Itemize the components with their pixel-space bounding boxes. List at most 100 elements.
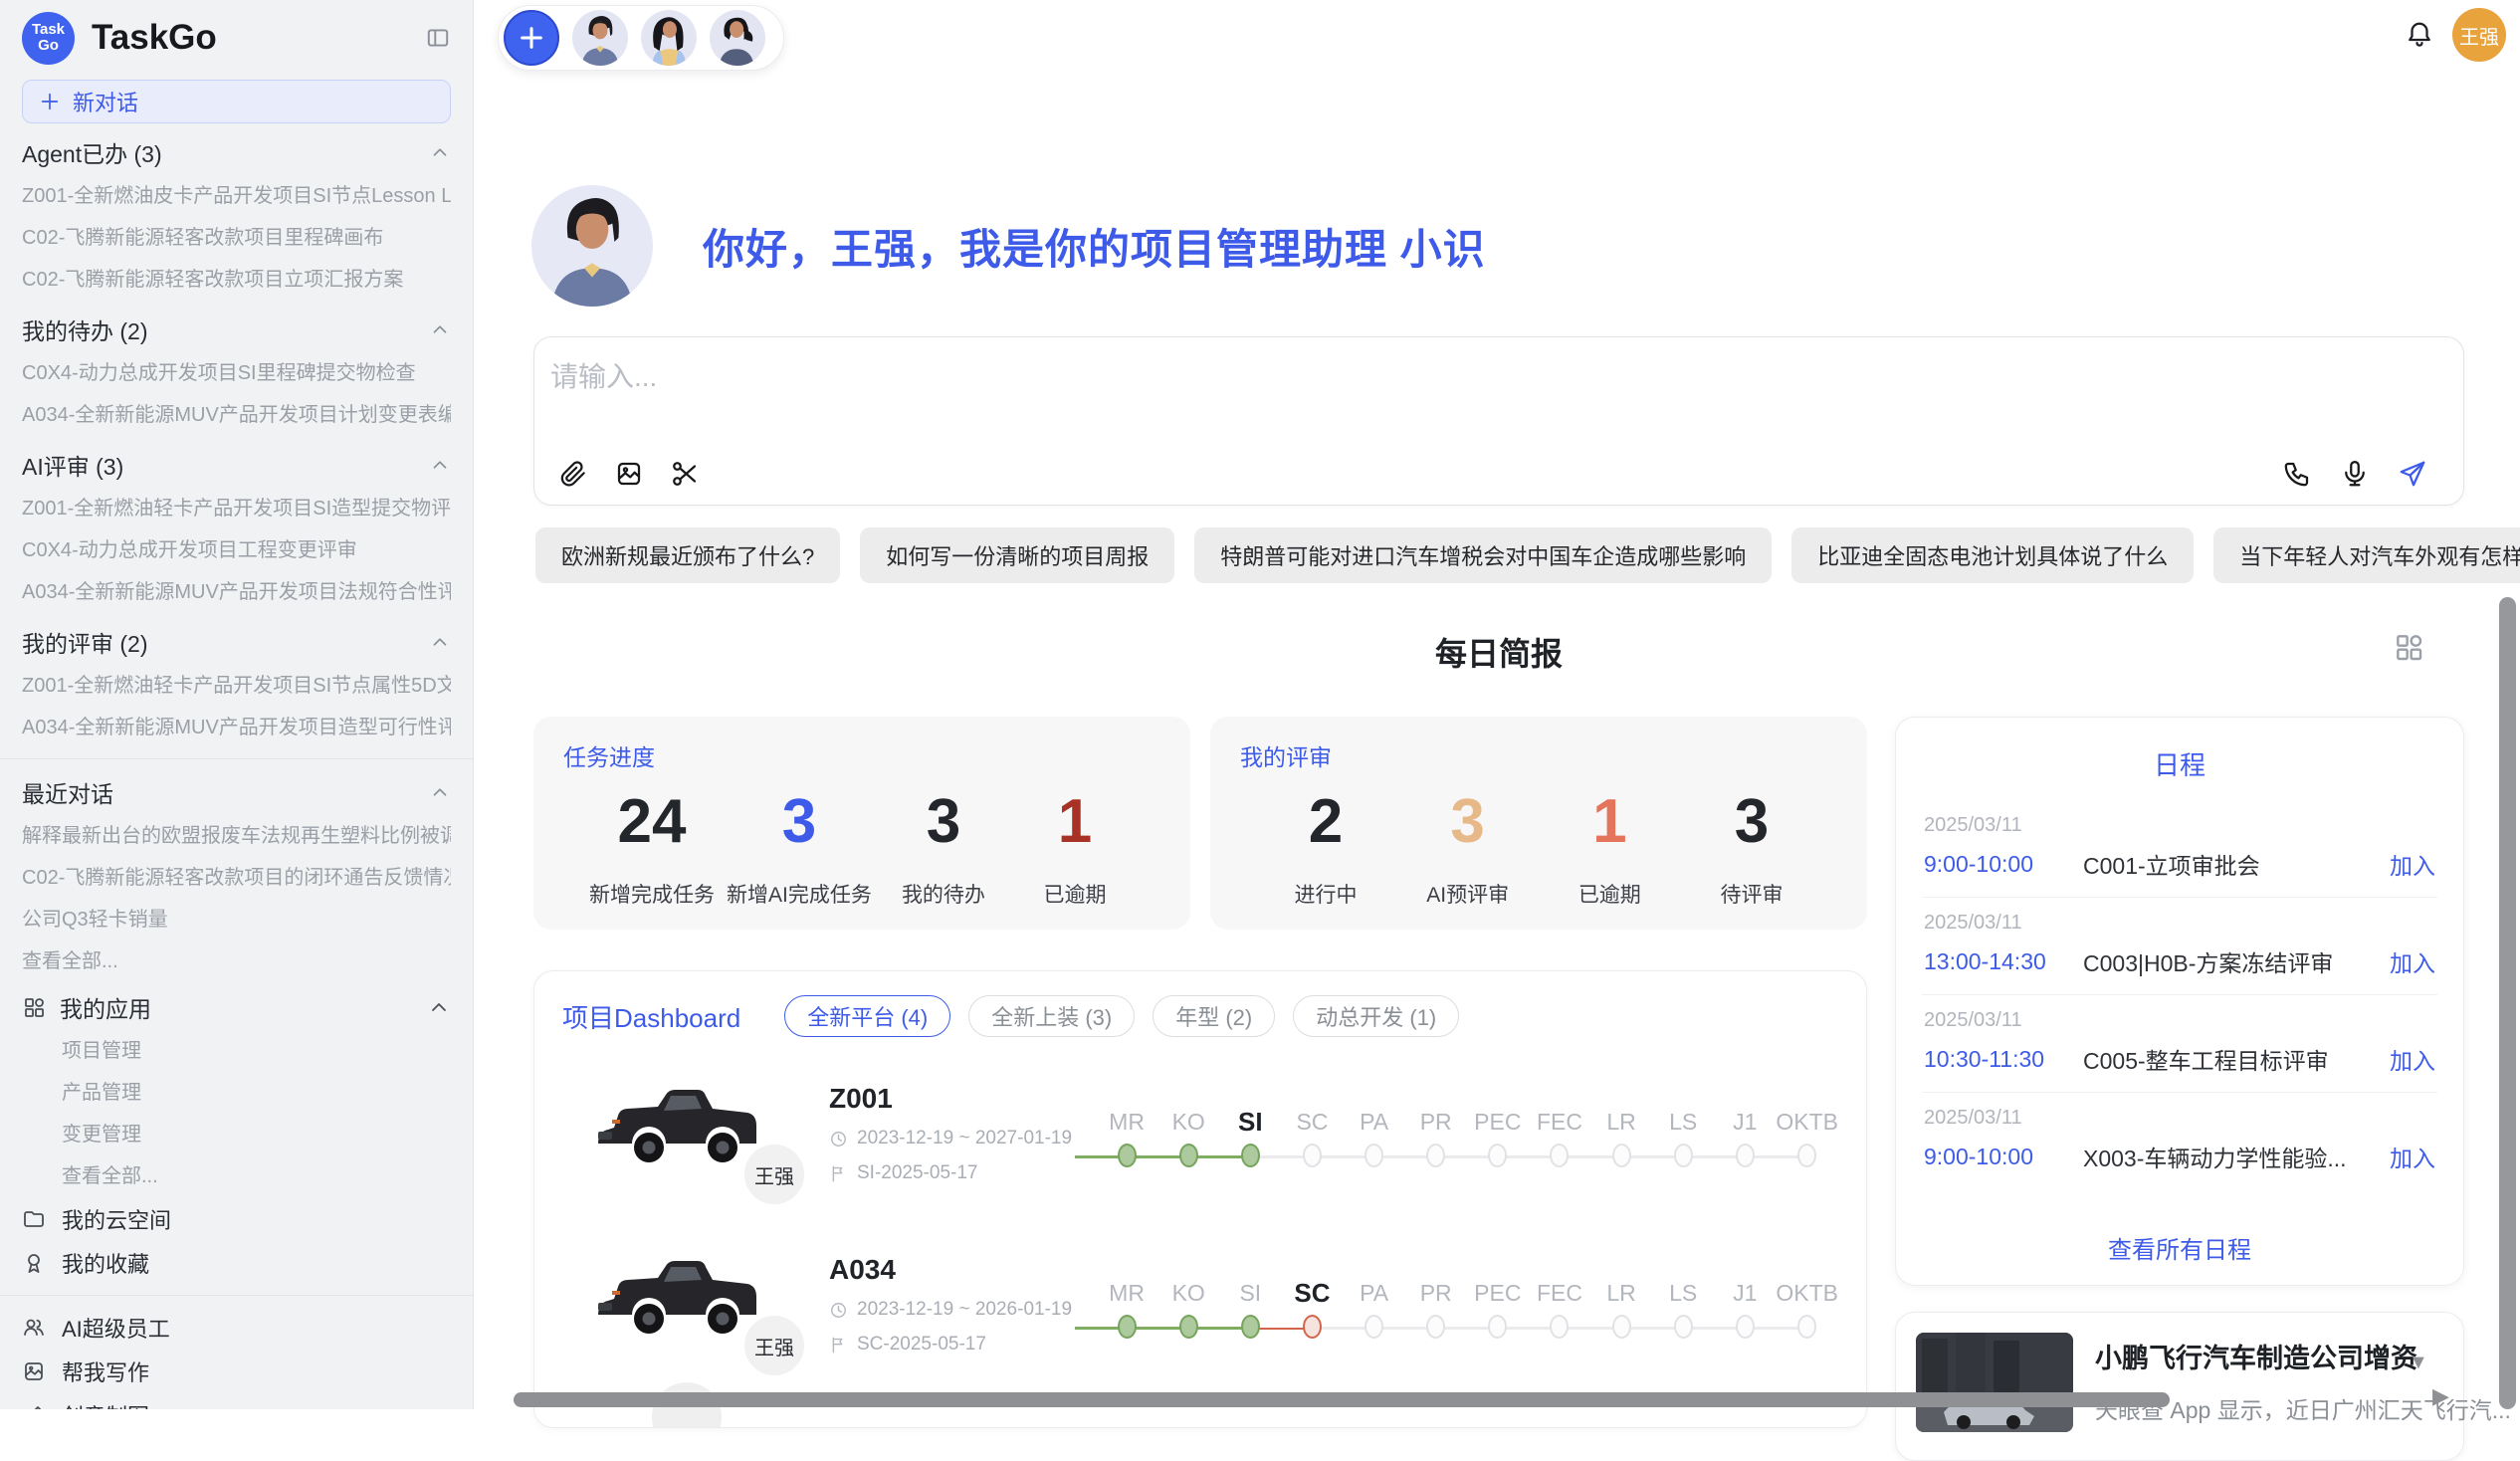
scroll-right-arrow[interactable]: ▶	[2432, 1383, 2449, 1409]
my-apps-header[interactable]: 我的应用	[22, 984, 451, 1030]
horizontal-scrollbar[interactable]	[514, 1392, 2170, 1407]
dashboard-tab[interactable]: 全新平台 (4)	[784, 995, 950, 1037]
suggestion-chip[interactable]: 当下年轻人对汽车外观有怎样的喜好趋势	[2213, 527, 2520, 583]
sidebar-item[interactable]: C02-飞腾新能源轻客改款项目里程碑画布	[22, 217, 451, 259]
scroll-down-arrow[interactable]: ▼	[2409, 1352, 2428, 1374]
recent-view-all[interactable]: 查看全部...	[22, 940, 451, 982]
schedule-events: 2025/03/11 9:00-10:00 C001-立项审批会 加入 2025…	[1922, 800, 2437, 1189]
sidebar: Task Go TaskGo 新对话 Agent已办 (3) Z001-全新燃油…	[0, 0, 474, 1409]
app-title: TaskGo	[92, 18, 217, 58]
agent-avatar-2[interactable]	[641, 10, 697, 66]
event-join-link[interactable]: 加入	[2390, 1042, 2435, 1076]
milestone: SC	[1281, 1104, 1343, 1171]
new-chat-button[interactable]: 新对话	[22, 80, 451, 123]
milestone: PA	[1344, 1104, 1405, 1171]
milestone-label: J1	[1714, 1104, 1776, 1140]
sidebar-item[interactable]: A034-全新新能源MUV产品开发项目计划变更表编写	[22, 394, 451, 436]
sidebar-item[interactable]: A034-全新新能源MUV产品开发项目造型可行性评审	[22, 707, 451, 748]
stat-value: 24	[589, 786, 715, 857]
news-image	[1916, 1333, 2073, 1432]
suggestion-chip[interactable]: 比亚迪全固态电池计划具体说了什么	[1791, 527, 2194, 583]
milestone-dot	[1797, 1144, 1816, 1167]
view-all-schedule-link[interactable]: 查看所有日程	[1896, 1230, 2463, 1265]
dashboard-tab[interactable]: 动总开发 (1)	[1293, 995, 1459, 1037]
suggestion-chip[interactable]: 如何写一份清晰的项目周报	[860, 527, 1174, 583]
dashboard-tab[interactable]: 全新上装 (3)	[968, 995, 1135, 1037]
sidebar-item[interactable]: C02-飞腾新能源轻客改款项目的闭环通告反馈情况	[22, 857, 451, 899]
suggestion-chip[interactable]: 特朗普可能对进口汽车增税会对中国车企造成哪些影响	[1194, 527, 1772, 583]
event-join-link[interactable]: 加入	[2390, 944, 2435, 978]
briefing-layout-icon[interactable]	[2393, 631, 2424, 663]
dashboard-tabs: 全新平台 (4) 全新上装 (3) 年型 (2) 动总开发 (1)	[784, 995, 1459, 1037]
sidebar-section-title: AI评审 (3)	[22, 448, 123, 482]
stat-label: 我的待办	[884, 879, 1003, 909]
stat-value: 3	[727, 786, 872, 857]
milestone: PEC	[1467, 1104, 1529, 1171]
event-name: C001-立项审批会	[2083, 847, 2380, 881]
sidebar-section-header[interactable]: AI评审 (3)	[22, 442, 451, 488]
recent-chats-header[interactable]: 最近对话	[22, 769, 451, 815]
agent-avatar-group	[498, 5, 784, 71]
milestone-label: KO	[1157, 1275, 1219, 1311]
sidebar-link[interactable]: 帮我写作	[22, 1350, 451, 1393]
new-chat-label: 新对话	[73, 86, 138, 117]
attachment-icon[interactable]	[558, 459, 588, 489]
dashboard-tab[interactable]: 年型 (2)	[1153, 995, 1275, 1037]
greeting-text: 你好，王强，我是你的项目管理助理 小识	[703, 216, 1486, 277]
project-row[interactable]: 王强 A034 2023-12-19 ~ 2026-01-19 SC-2025-…	[562, 1230, 1838, 1379]
sidebar-link[interactable]: 我的云空间	[22, 1197, 451, 1241]
sidebar-link[interactable]: 我的收藏	[22, 1241, 451, 1285]
composer-attachments	[558, 459, 700, 489]
sidebar-item[interactable]: 解释最新出台的欧盟报废车法规再生塑料比例被调至15%...	[22, 815, 451, 857]
chat-input[interactable]	[550, 361, 2433, 393]
sidebar-sections: Agent已办 (3) Z001-全新燃油皮卡产品开发项目SI节点Lesson …	[22, 129, 451, 748]
notification-bell-icon[interactable]	[2405, 20, 2434, 50]
collapse-sidebar-icon[interactable]	[425, 25, 451, 51]
apps-view-all[interactable]: 查看全部...	[22, 1155, 451, 1197]
sidebar-item[interactable]: 变更管理	[22, 1114, 451, 1155]
project-code: A034	[829, 1254, 1096, 1286]
news-card[interactable]: 小鹏飞行汽车制造公司增资 天眼查 App 显示，近日广州汇天飞行汽...	[1895, 1312, 2464, 1461]
sidebar-section-header[interactable]: 我的待办 (2)	[22, 307, 451, 352]
add-agent-button[interactable]	[504, 10, 559, 66]
agent-avatar-1[interactable]	[572, 10, 628, 66]
sidebar-section-recent: 最近对话 解释最新出台的欧盟报废车法规再生塑料比例被调至15%...C02-飞腾…	[22, 769, 451, 982]
phone-icon[interactable]	[2282, 459, 2312, 489]
microphone-icon[interactable]	[2340, 459, 2370, 489]
sidebar-item[interactable]: A034-全新新能源MUV产品开发项目法规符合性评审	[22, 571, 451, 613]
sidebar-item[interactable]: C02-飞腾新能源轻客改款项目立项汇报方案	[22, 259, 451, 301]
sidebar-section-title: 我的评审 (2)	[22, 625, 148, 659]
chevron-up-icon	[429, 318, 451, 340]
sidebar-section-header[interactable]: Agent已办 (3)	[22, 129, 451, 175]
my-apps-title: 我的应用	[60, 990, 151, 1024]
user-avatar[interactable]: 王强	[2452, 8, 2506, 62]
project-row[interactable]: 王强 Z001 2023-12-19 ~ 2027-01-19 SI-2025-…	[562, 1059, 1838, 1208]
sidebar-link-label: 帮我写作	[62, 1356, 149, 1387]
sidebar-section-title: 我的待办 (2)	[22, 313, 148, 346]
sidebar-item[interactable]: Z001-全新燃油轻卡产品开发项目SI节点属性5D文件评审	[22, 665, 451, 707]
event-join-link[interactable]: 加入	[2390, 847, 2435, 881]
event-join-link[interactable]: 加入	[2390, 1140, 2435, 1173]
milestone-dot	[1426, 1315, 1445, 1339]
sidebar-item[interactable]: 公司Q3轻卡销量	[22, 899, 451, 940]
stat-cell: 3 新增AI完成任务	[727, 786, 872, 909]
vertical-scrollbar[interactable]	[2499, 597, 2516, 1409]
suggestion-chip[interactable]: 欧洲新规最近颁布了什么?	[535, 527, 840, 583]
sidebar-item[interactable]: C0X4-动力总成开发项目工程变更评审	[22, 529, 451, 571]
project-owner-badge: 王强	[739, 1311, 809, 1380]
schedule-event: 2025/03/11 13:00-14:30 C003|H0B-方案冻结评审 加…	[1922, 898, 2437, 995]
sidebar-link[interactable]: 创意制图	[22, 1393, 451, 1409]
sidebar-link[interactable]: AI超级员工	[22, 1306, 451, 1350]
sidebar-item[interactable]: C0X4-动力总成开发项目SI里程碑提交物检查	[22, 352, 451, 394]
agent-avatar-3[interactable]	[710, 10, 765, 66]
send-icon[interactable]	[2398, 459, 2427, 489]
scissors-icon[interactable]	[670, 459, 700, 489]
sidebar-item[interactable]: Z001-全新燃油皮卡产品开发项目SI节点Lesson Learn报告	[22, 175, 451, 217]
flag-icon	[829, 1164, 848, 1183]
milestone-label: PA	[1344, 1104, 1405, 1140]
sidebar-item[interactable]: 项目管理	[22, 1030, 451, 1072]
sidebar-item[interactable]: Z001-全新燃油轻卡产品开发项目SI造型提交物评审	[22, 488, 451, 529]
sidebar-item[interactable]: 产品管理	[22, 1072, 451, 1114]
sidebar-section-header[interactable]: 我的评审 (2)	[22, 619, 451, 665]
image-icon[interactable]	[614, 459, 644, 489]
